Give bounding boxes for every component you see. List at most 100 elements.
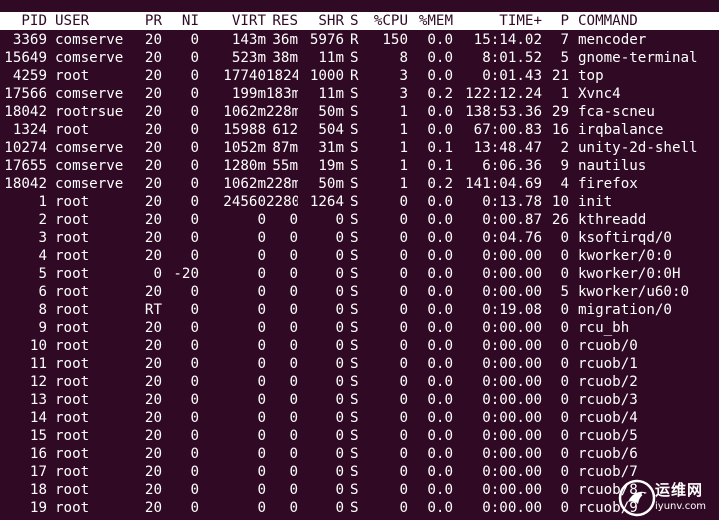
column-header-state: S: [350, 13, 359, 29]
cell-cpu: 1: [399, 158, 408, 174]
cell-time: 122:12.24: [465, 86, 542, 102]
cell-shr: 1264: [309, 194, 344, 210]
cell-time: 0:04.76: [482, 230, 542, 246]
cell-user: root: [55, 500, 90, 516]
cell-priority: RT: [144, 302, 162, 318]
cell-user: root: [55, 212, 90, 228]
cell-shr: 11m: [318, 50, 344, 66]
cell-mem: 0.0: [427, 320, 453, 336]
cell-virt: 0: [257, 464, 266, 480]
cell-nice: 0: [190, 356, 199, 372]
cell-mem: 0.0: [427, 410, 453, 426]
cell-processor: 29: [551, 104, 569, 120]
cell-res: 0: [289, 266, 298, 282]
cell-priority: 20: [144, 428, 162, 444]
cell-processor: 4: [560, 176, 569, 192]
cell-processor: 0: [560, 500, 569, 516]
cell-nice: 0: [190, 428, 199, 444]
terminal-window[interactable]: PID USER PR NI VIRT RES SHR S %CPU %MEM …: [0, 0, 719, 520]
cell-time: 0:00.00: [482, 392, 542, 408]
cell-priority: 20: [144, 212, 162, 228]
cell-processor: 26: [551, 212, 569, 228]
cell-res: 38m: [272, 50, 298, 66]
cell-pid: 10: [29, 338, 47, 354]
cell-command: mencoder: [578, 32, 647, 48]
process-row: 8 root RT 0 0 0 0 S 0 0.0 0:19.08 0 migration/0: [0, 301, 719, 319]
cell-pid: 17655: [4, 158, 47, 174]
process-row: 5 root 0 -20 0 0 0 S 0 0.0 0:00.00 0 kworker/0:0H: [0, 265, 719, 283]
cell-cpu: 0: [399, 266, 408, 282]
cell-mem: 0.0: [427, 194, 453, 210]
cell-nice: 0: [190, 176, 199, 192]
process-row: 10274 comserve 20 0 1052m 87m 31m S 1 0.1 13:48.47…: [0, 139, 719, 157]
cell-shr: 0: [335, 374, 344, 390]
process-row: 18042 comserve 20 0 1062m 228m 50m S 1 0.2 141:04.…: [0, 175, 719, 193]
cell-pid: 1: [38, 194, 47, 210]
cell-virt: 0: [257, 320, 266, 336]
cell-state: S: [350, 410, 359, 426]
cell-command: kworker/0:0H: [578, 266, 681, 282]
cell-pid: 3: [38, 230, 47, 246]
cell-processor: 10: [551, 194, 569, 210]
cell-res: 0: [289, 374, 298, 390]
cell-processor: 7: [560, 32, 569, 48]
cell-shr: 0: [335, 356, 344, 372]
cell-command: rcuob/0: [578, 338, 638, 354]
cell-processor: 1: [560, 86, 569, 102]
process-row: 14 root 20 0 0 0 0 S 0 0.0 0:00.00 0 rcuob/4: [0, 409, 719, 427]
cell-mem: 0.0: [427, 212, 453, 228]
cell-virt: 0: [257, 212, 266, 228]
cell-command: rcuob/3: [578, 392, 638, 408]
cell-cpu: 1: [399, 104, 408, 120]
cell-priority: 20: [144, 50, 162, 66]
cell-user: root: [55, 356, 90, 372]
cell-command: init: [578, 194, 613, 210]
cell-state: S: [350, 482, 359, 498]
cell-virt: 0: [257, 374, 266, 390]
cell-shr: 19m: [318, 158, 344, 174]
cell-virt: 15988: [223, 122, 266, 138]
cell-user: comserve: [55, 158, 124, 174]
cell-command: rcuob/1: [578, 356, 638, 372]
cell-mem: 0.0: [427, 374, 453, 390]
cell-nice: 0: [190, 86, 199, 102]
cell-time: 0:00.87: [482, 212, 542, 228]
cell-time: 0:00.00: [482, 482, 542, 498]
cell-user: comserve: [55, 86, 124, 102]
cell-cpu: 0: [399, 374, 408, 390]
cell-cpu: 8: [399, 50, 408, 66]
cell-time: 0:00.00: [482, 266, 542, 282]
process-row: 1 root 20 0 24560 2280 1264 S 0 0.0 0:13.78 10 init: [0, 193, 719, 211]
cell-virt: 523m: [231, 50, 266, 66]
cell-nice: 0: [190, 104, 199, 120]
cell-command: ksoftirqd/0: [578, 230, 672, 246]
cell-state: S: [350, 320, 359, 336]
cell-pid: 9: [38, 320, 47, 336]
cell-cpu: 0: [399, 356, 408, 372]
cell-nice: 0: [190, 50, 199, 66]
cell-mem: 0.0: [427, 284, 453, 300]
process-row: 6 root 20 0 0 0 0 S 0 0.0 0:00.00 5 kworker/u60:0: [0, 283, 719, 301]
process-row: 13 root 20 0 0 0 0 S 0 0.0 0:00.00 0 rcuob/3: [0, 391, 719, 409]
cell-shr: 0: [335, 212, 344, 228]
cell-nice: 0: [190, 338, 199, 354]
cell-nice: 0: [190, 446, 199, 462]
cell-time: 0:00.00: [482, 338, 542, 354]
cell-processor: 0: [560, 266, 569, 282]
cell-user: root: [55, 266, 90, 282]
cell-nice: 0: [190, 500, 199, 516]
cell-cpu: 1: [399, 122, 408, 138]
cell-time: 0:01.43: [482, 68, 542, 84]
cell-cpu: 150: [382, 32, 408, 48]
cell-cpu: 3: [399, 68, 408, 84]
cell-virt: 0: [257, 284, 266, 300]
cell-mem: 0.0: [427, 32, 453, 48]
cell-state: S: [350, 122, 359, 138]
cell-pid: 10274: [4, 140, 47, 156]
process-table-header: PID USER PR NI VIRT RES SHR S %CPU %MEM …: [0, 12, 719, 30]
cell-mem: 0.0: [427, 248, 453, 264]
cell-processor: 0: [560, 428, 569, 444]
cell-shr: 0: [335, 464, 344, 480]
cell-cpu: 0: [399, 320, 408, 336]
cell-nice: 0: [190, 230, 199, 246]
